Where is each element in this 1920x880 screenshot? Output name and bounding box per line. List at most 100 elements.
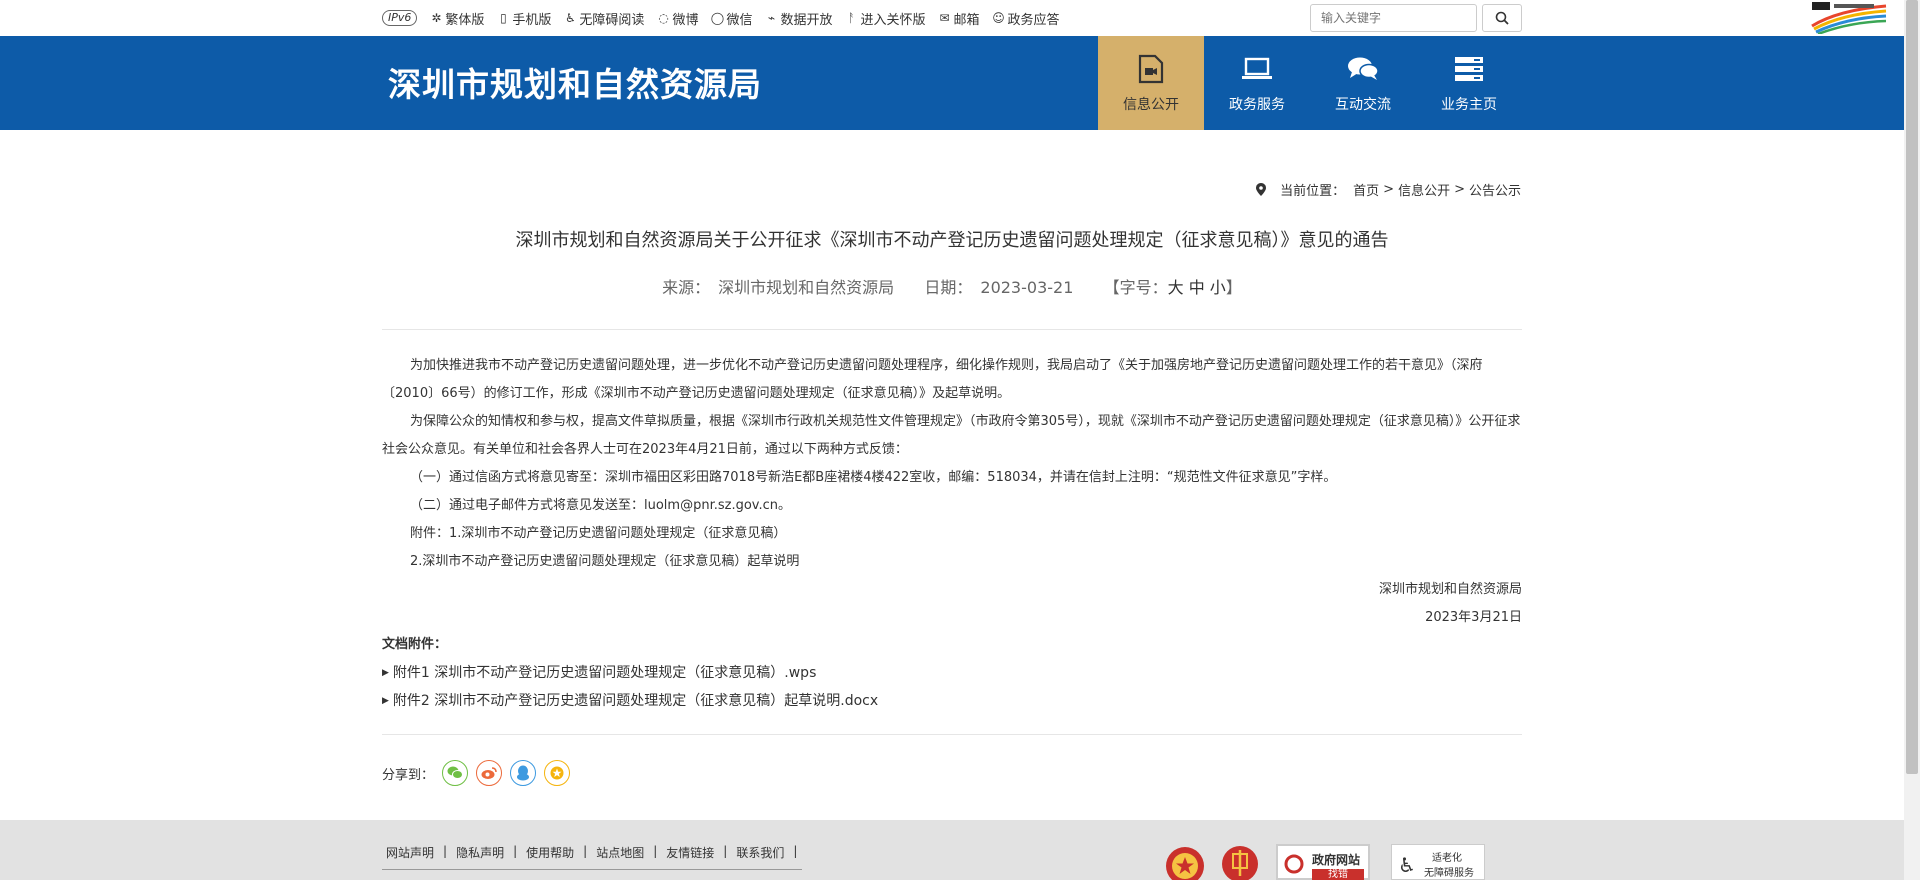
wechat-icon: ◯ bbox=[710, 11, 725, 25]
walker-icon: ᚨ bbox=[847, 11, 856, 25]
share-qq-button[interactable] bbox=[510, 760, 537, 786]
laptop-icon bbox=[1241, 52, 1273, 86]
paragraph: （二）通过电子邮件方式将意见发送至：luolm@pnr.sz.gov.cn。 bbox=[410, 498, 791, 513]
search-icon bbox=[1495, 11, 1509, 25]
source-label: 来源： bbox=[662, 278, 711, 297]
traditional-chinese-link[interactable]: ✲ 繁体版 bbox=[429, 9, 484, 28]
gov-site-report-error-badge[interactable]: 政府网站 找错 bbox=[1276, 844, 1370, 880]
footer-site-statement[interactable]: 网站声明 bbox=[382, 844, 438, 861]
attachment-link-2[interactable]: ▶ 附件2 深圳市不动产登记历史遗留问题处理规定（征求意见稿）起草说明.docx bbox=[382, 690, 878, 710]
badge-line-2: 无障碍服务 bbox=[1424, 868, 1474, 879]
gear-icon: ✲ bbox=[431, 11, 442, 25]
star-icon bbox=[550, 766, 564, 780]
search-button[interactable] bbox=[1482, 4, 1522, 32]
breadcrumb-separator: > bbox=[1454, 182, 1465, 197]
accessibility-icon: ♿ bbox=[565, 11, 576, 25]
badge-line-1: 适老化 bbox=[1432, 853, 1462, 864]
article-body: 为加快推进我市不动产登记历史遗留问题处理，进一步优化不动产登记历史遗留问题处理程… bbox=[382, 352, 1522, 632]
wechat-icon bbox=[447, 766, 464, 779]
badge-subtitle: 找错 bbox=[1312, 869, 1364, 880]
care-version-link[interactable]: ᚨ 进入关怀版 bbox=[844, 9, 926, 28]
scrollbar-thumb[interactable] bbox=[1906, 0, 1918, 774]
footer-contact[interactable]: 联系我们 bbox=[732, 844, 788, 861]
weibo-icon: ◌ bbox=[658, 11, 669, 25]
nav-business-home[interactable]: 业务主页 bbox=[1416, 36, 1522, 130]
breadcrumb-home[interactable]: 首页 bbox=[1353, 180, 1379, 199]
magnifier-icon bbox=[1284, 854, 1304, 874]
attachments-label: 文档附件： bbox=[382, 637, 448, 652]
footer-privacy-statement[interactable]: 隐私声明 bbox=[452, 844, 508, 861]
signature-date: 2023年3月21日 bbox=[1425, 610, 1522, 625]
wechat-link[interactable]: ◯ 微信 bbox=[710, 9, 753, 28]
attachment-link-1[interactable]: ▶ 附件1 深圳市不动产登记历史遗留问题处理规定（征求意见稿）.wps bbox=[382, 662, 816, 682]
footer-help[interactable]: 使用帮助 bbox=[522, 844, 578, 861]
qq-penguin-icon bbox=[517, 765, 530, 781]
breadcrumb-prefix: 当前位置： bbox=[1280, 184, 1346, 199]
nav-label: 业务主页 bbox=[1441, 97, 1497, 113]
source-value: 深圳市规划和自然资源局 bbox=[718, 278, 895, 297]
nav-interaction[interactable]: 互动交流 bbox=[1310, 36, 1416, 130]
nav-gov-services[interactable]: 政务服务 bbox=[1204, 36, 1310, 130]
top-links: IPv6 ✲ 繁体版 ▯ 手机版 ♿ 无障碍阅读 ◌ 微博 ◯ 微信 ⌁ 数据开放 ᚨ 进入关… bbox=[382, 0, 1072, 36]
nav-info-disclosure[interactable]: 信息公开 bbox=[1098, 36, 1204, 130]
chart-icon: ⌁ bbox=[767, 11, 776, 25]
divider bbox=[382, 734, 1522, 735]
divider bbox=[382, 329, 1522, 330]
caret-right-icon: ▶ bbox=[382, 696, 389, 706]
paragraph: 2.深圳市不动产登记历史遗留问题处理规定（征求意见稿）起草说明 bbox=[410, 554, 800, 569]
date-value: 2023-03-21 bbox=[980, 278, 1074, 297]
gov-qa-link[interactable]: ☺ 政务应答 bbox=[992, 9, 1059, 28]
bot-icon: ☺ bbox=[992, 11, 1005, 25]
chat-bubbles-icon bbox=[1347, 52, 1379, 86]
share-label: 分享到： bbox=[382, 767, 435, 783]
share-favorite-button[interactable] bbox=[544, 760, 571, 786]
open-data-link[interactable]: ⌁ 数据开放 bbox=[764, 9, 833, 28]
fontsize-medium[interactable]: 中 bbox=[1189, 278, 1205, 297]
attachment-name: 附件2 深圳市不动产登记历史遗留问题处理规定（征求意见稿）起草说明.docx bbox=[392, 693, 879, 709]
document-video-icon bbox=[1138, 52, 1164, 86]
wheelchair-icon: ♿ bbox=[1398, 853, 1416, 877]
fontsize-large[interactable]: 大 bbox=[1168, 278, 1184, 297]
top-utility-bar: IPv6 ✲ 繁体版 ▯ 手机版 ♿ 无障碍阅读 ◌ 微博 ◯ 微信 ⌁ 数据开放 ᚨ 进入关… bbox=[0, 0, 1904, 36]
accessible-reading-link[interactable]: ♿ 无障碍阅读 bbox=[563, 9, 644, 28]
footer-friendly-links[interactable]: 友情链接 bbox=[662, 844, 718, 861]
attachment-name: 附件1 深圳市不动产登记历史遗留问题处理规定（征求意见稿）.wps bbox=[392, 665, 817, 681]
site-header: 深圳市规划和自然资源局 信息公开 政务服务 互动交流 业务主页 bbox=[0, 36, 1904, 130]
location-pin-icon bbox=[1256, 183, 1267, 196]
nav-label: 政务服务 bbox=[1229, 97, 1285, 113]
paragraph: （一）通过信函方式将意见寄至：深圳市福田区彩田路7018号新浩E都B座裙楼4楼4… bbox=[410, 470, 1337, 485]
police-emblem-icon[interactable] bbox=[1163, 844, 1207, 880]
mail-icon: ✉ bbox=[939, 11, 950, 25]
party-gov-badge-icon[interactable] bbox=[1218, 844, 1262, 880]
share-weibo-button[interactable] bbox=[476, 760, 503, 786]
breadcrumb-announcements[interactable]: 公告公示 bbox=[1469, 180, 1521, 199]
main-nav: 信息公开 政务服务 互动交流 业务主页 bbox=[1098, 36, 1522, 130]
date-label: 日期： bbox=[924, 278, 973, 297]
mailbox-link[interactable]: ✉ 邮箱 bbox=[938, 9, 979, 28]
share-wechat-button[interactable] bbox=[442, 760, 469, 786]
mobile-version-link[interactable]: ▯ 手机版 bbox=[496, 9, 551, 28]
page-scrollbar[interactable] bbox=[1904, 0, 1920, 880]
search-input[interactable] bbox=[1310, 4, 1477, 32]
paragraph: 附件：1.深圳市不动产登记历史遗留问题处理规定（征求意见稿） bbox=[410, 526, 787, 541]
signature-org: 深圳市规划和自然资源局 bbox=[1378, 582, 1522, 597]
site-footer: 网站声明 | 隐私声明 | 使用帮助 | 站点地图 | 友情链接 | 联系我们 | 政府网站… bbox=[0, 820, 1904, 880]
footer-links: 网站声明 | 隐私声明 | 使用帮助 | 站点地图 | 友情链接 | 联系我们 | bbox=[382, 844, 803, 870]
share-bar: 分享到： bbox=[382, 760, 578, 786]
paragraph: 为加快推进我市不动产登记历史遗留问题处理，进一步优化不动产登记历史遗留问题处理程… bbox=[382, 358, 1483, 401]
breadcrumb-separator: > bbox=[1383, 182, 1395, 197]
site-title[interactable]: 深圳市规划和自然资源局 bbox=[388, 58, 762, 106]
fontsize-close: 】 bbox=[1225, 278, 1242, 297]
article-meta: 来源： 深圳市规划和自然资源局 日期： 2023-03-21 【字号：大 中 小】 bbox=[382, 274, 1522, 298]
nav-label: 互动交流 bbox=[1335, 97, 1391, 113]
elderly-accessibility-badge[interactable]: ♿ 适老化 无障碍服务 bbox=[1391, 844, 1485, 880]
shenzhen-china-logo bbox=[1811, 2, 1887, 34]
footer-sitemap[interactable]: 站点地图 bbox=[592, 844, 648, 861]
caret-right-icon: ▶ bbox=[382, 668, 389, 678]
breadcrumb-info-disclosure[interactable]: 信息公开 bbox=[1398, 180, 1450, 199]
breadcrumb: 当前位置： 首页 > 信息公开 > 公告公示 bbox=[1256, 180, 1521, 199]
weibo-link[interactable]: ◌ 微博 bbox=[656, 9, 698, 28]
weibo-icon bbox=[481, 767, 497, 779]
fontsize-small[interactable]: 小 bbox=[1210, 278, 1226, 297]
mobile-icon: ▯ bbox=[500, 11, 507, 25]
